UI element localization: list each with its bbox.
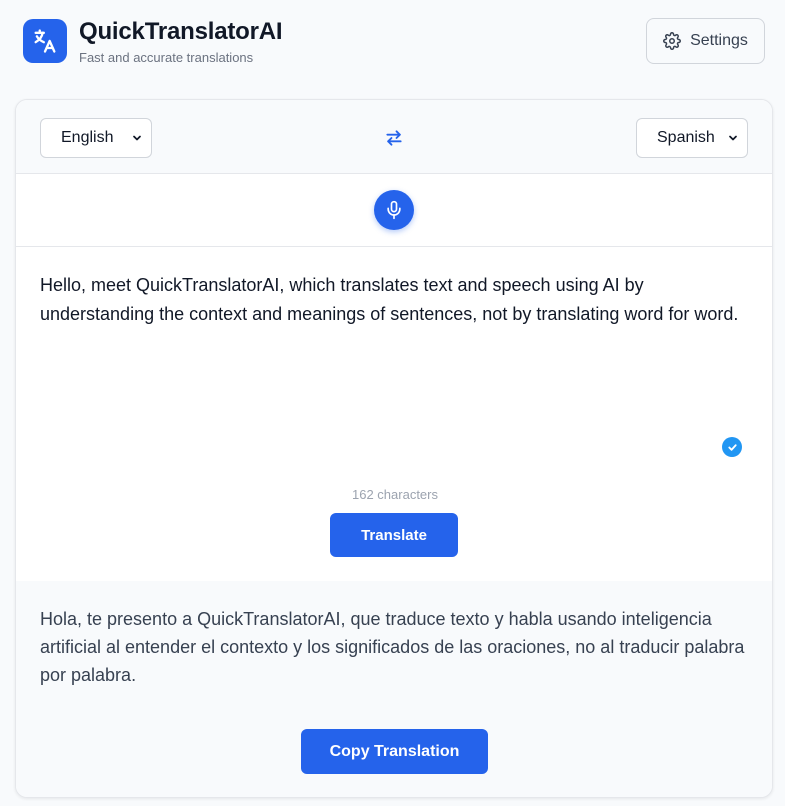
swap-arrows-icon[interactable] bbox=[382, 126, 406, 150]
microphone-icon[interactable] bbox=[374, 190, 414, 230]
source-language-value: English bbox=[61, 129, 114, 146]
copy-translation-button[interactable]: Copy Translation bbox=[301, 729, 488, 774]
target-language-select[interactable]: Spanish bbox=[636, 118, 748, 158]
check-circle-icon bbox=[722, 437, 742, 457]
settings-button[interactable]: Settings bbox=[646, 18, 765, 64]
chevron-down-icon bbox=[133, 135, 141, 141]
source-text-input[interactable]: Hello, meet QuickTranslatorAI, which tra… bbox=[40, 271, 755, 328]
app-subtitle: Fast and accurate translations bbox=[79, 50, 254, 65]
chevron-down-icon bbox=[729, 135, 737, 141]
translate-button[interactable]: Translate bbox=[330, 513, 458, 557]
source-language-select[interactable]: English bbox=[40, 118, 152, 158]
translation-output: Hola, te presento a QuickTranslatorAI, q… bbox=[16, 581, 772, 797]
app-title: QuickTranslatorAI bbox=[79, 18, 283, 45]
translator-card: English Spanish Hello, meet QuickTransla… bbox=[15, 99, 773, 798]
translate-icon bbox=[23, 19, 67, 63]
target-language-value: Spanish bbox=[657, 129, 715, 146]
settings-label: Settings bbox=[690, 32, 748, 49]
gear-icon bbox=[663, 32, 682, 50]
character-count: 162 characters bbox=[352, 487, 438, 502]
language-bar: English Spanish bbox=[16, 100, 772, 174]
translated-text: Hola, te presento a QuickTranslatorAI, q… bbox=[40, 609, 745, 685]
voice-input-bar bbox=[16, 174, 772, 247]
app-header: QuickTranslatorAI Fast and accurate tran… bbox=[0, 0, 785, 100]
